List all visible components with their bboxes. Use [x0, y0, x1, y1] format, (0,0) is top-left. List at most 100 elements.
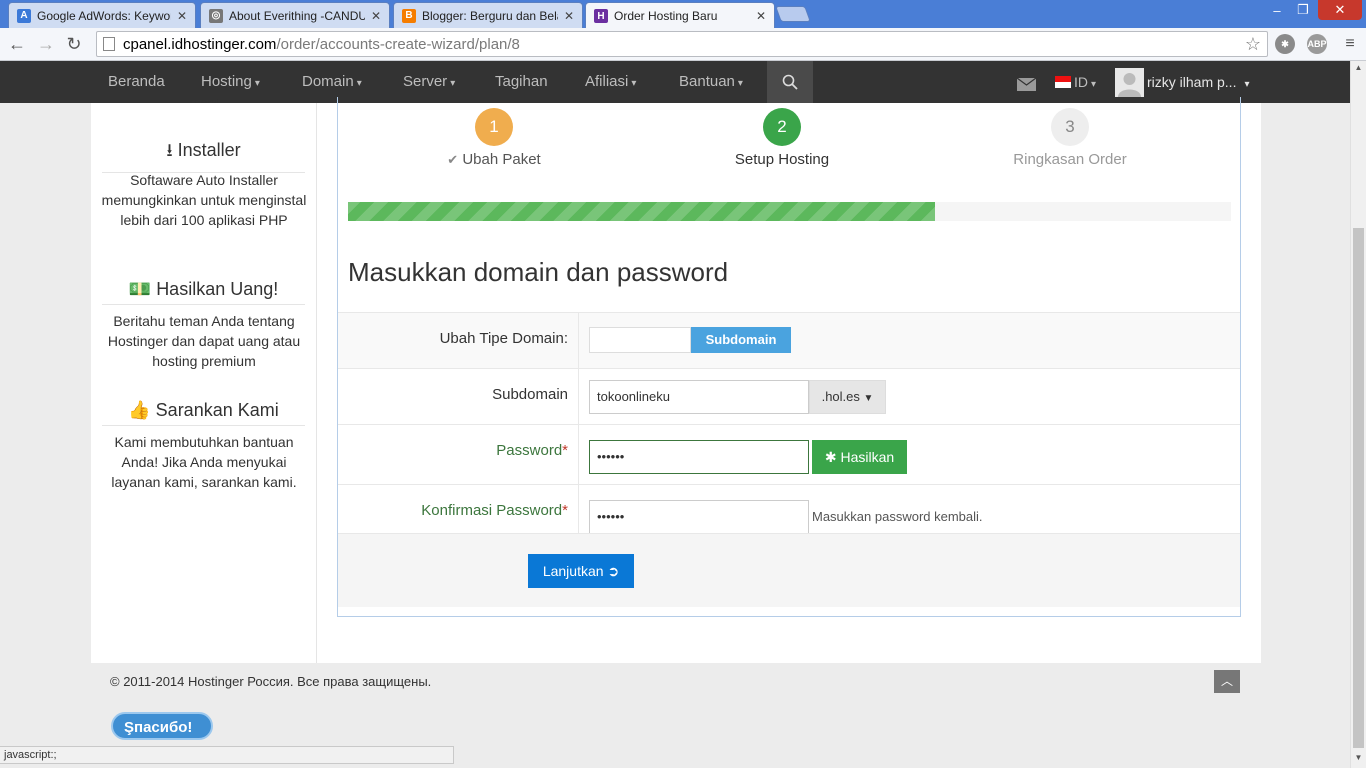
confirm-password-input[interactable]: •••••• — [589, 500, 809, 534]
scrollbar-thumb[interactable] — [1353, 228, 1364, 748]
sidebar-text-installer: Softaware Auto Installer memungkinkan un… — [101, 172, 307, 228]
domain-type-option-empty[interactable] — [589, 327, 691, 353]
url-host: cpanel.idhostinger.com — [123, 35, 277, 53]
tab-title: About Everithing -CANDU — [229, 8, 365, 23]
subdomain-label: Subdomain — [492, 386, 568, 403]
forward-icon[interactable]: → — [35, 33, 57, 55]
copyright-text: © 2011-2014 Hostinger Россия. Все права … — [110, 674, 432, 689]
nav-label: Hosting — [201, 73, 252, 90]
spasibo-label: Şпасибо! — [124, 719, 193, 736]
chevron-down-icon: ▾ — [254, 78, 260, 89]
thumbs-up-icon: 👍 — [128, 400, 151, 420]
domain-type-subdomain-button[interactable]: Subdomain — [691, 327, 791, 353]
wizard-step-3: 3 Ringkasan Order — [970, 108, 1170, 168]
form-title: Masukkan domain dan password — [348, 257, 729, 287]
url-path: /order/accounts-create-wizard/plan/8 — [276, 35, 520, 53]
close-tab-icon[interactable]: ✕ — [371, 9, 381, 23]
chevron-up-icon: ︿ — [1220, 674, 1233, 688]
lanjutkan-button[interactable]: Lanjutkan ➲ — [528, 554, 634, 588]
nav-label: Beranda — [108, 73, 165, 90]
form-row-subdomain: Subdomain tokoonlineku .hol.es ▼ — [338, 368, 1240, 424]
generate-password-button[interactable]: ✱ Hasilkan — [812, 440, 907, 474]
page-content: ment ⭳ Installer Softaware Auto Installe… — [91, 95, 1261, 663]
sidebar-cut-text: ment — [189, 95, 219, 103]
step-number-circle: 3 — [1051, 108, 1089, 146]
envelope-shape — [1016, 77, 1037, 86]
avatar[interactable] — [1115, 68, 1144, 97]
browser-tab-about[interactable]: ◎ About Everithing -CANDU ✕ — [200, 2, 390, 28]
back-icon[interactable]: ← — [6, 33, 28, 55]
scroll-down-arrow-icon[interactable]: ▼ — [1351, 753, 1366, 762]
confirm-label-text: Konfirmasi Password — [421, 502, 563, 519]
close-tab-icon[interactable]: ✕ — [177, 9, 187, 23]
close-window-icon[interactable]: ✕ — [1318, 0, 1362, 20]
required-mark: * — [562, 502, 568, 519]
nav-label: Domain — [302, 73, 354, 90]
form-row-domain-type: Ubah Tipe Domain: Subdomain — [338, 312, 1240, 368]
caret-down-icon: ▼ — [863, 393, 874, 404]
chevron-down-icon: ▾ — [1091, 79, 1097, 90]
browser-tab-order-hosting[interactable]: H Order Hosting Baru ✕ — [585, 2, 775, 29]
password-label: Password* — [338, 442, 568, 459]
subdomain-input[interactable]: tokoonlineku — [589, 380, 809, 414]
close-tab-icon[interactable]: ✕ — [564, 9, 574, 23]
domain-type-label: Ubah Tipe Domain: — [439, 330, 568, 347]
step-number-circle: 2 — [763, 108, 801, 146]
sidebar-heading-text: Hasilkan Uang! — [156, 279, 279, 299]
nav-label: Bantuan — [679, 73, 735, 90]
required-mark: * — [562, 442, 568, 459]
tld-dropdown[interactable]: .hol.es ▼ — [809, 380, 886, 414]
restore-icon[interactable]: ❐ — [1292, 0, 1314, 20]
wizard-step-1[interactable]: 1 ✔ Ubah Paket — [394, 108, 594, 168]
minimize-icon[interactable]: – — [1266, 0, 1288, 20]
bookmark-star-icon[interactable]: ☆ — [1245, 34, 1261, 55]
tab-title: Blogger: Berguru dan Bela — [422, 8, 558, 23]
nav-label: Server — [403, 73, 448, 90]
form-row-password: Password* •••••• ✱ Hasilkan — [338, 424, 1240, 484]
reload-icon[interactable]: ↻ — [63, 33, 85, 55]
search-icon — [782, 74, 798, 90]
browser-tab-blogger[interactable]: B Blogger: Berguru dan Bela ✕ — [393, 2, 583, 28]
chevron-down-icon: ▾ — [737, 78, 743, 89]
tab-title: Order Hosting Baru — [614, 9, 718, 23]
sidebar-heading-text: Installer — [177, 140, 241, 160]
tld-value: .hol.es — [821, 389, 860, 404]
nav-label: Tagihan — [495, 73, 548, 90]
step-label: Setup Hosting — [734, 151, 830, 168]
globe-icon: ◎ — [209, 8, 223, 23]
sidebar-text-sarankan: Kami membutuhkan bantuan Anda! Jika Anda… — [111, 434, 297, 490]
chevron-down-icon: ▾ — [356, 78, 362, 89]
sidebar: ment ⭳ Installer Softaware Auto Installe… — [91, 95, 317, 663]
browser-tab-strip: A Google AdWords: Keywor ✕ ◎ About Everi… — [0, 0, 1366, 29]
password-label-text: Password — [496, 442, 563, 459]
chevron-down-icon: ▾ — [631, 78, 637, 89]
arrow-circle-right-icon: ➲ — [607, 563, 620, 579]
new-tab-button[interactable] — [775, 6, 811, 22]
password-input[interactable]: •••••• — [589, 440, 809, 474]
form-footer: Lanjutkan ➲ — [338, 533, 1240, 607]
scroll-to-top-button[interactable]: ︿ — [1214, 670, 1240, 693]
adblock-plus-icon[interactable]: ABP — [1307, 34, 1327, 54]
chevron-down-icon: ▾ — [450, 78, 456, 89]
page-scrollbar[interactable]: ▲ ▼ — [1350, 61, 1366, 768]
row-divider — [578, 425, 579, 484]
wizard-step-2: 2 Setup Hosting — [682, 108, 882, 168]
step-label: Ubah Paket — [462, 151, 541, 168]
extension-gear-icon[interactable]: ✱ — [1275, 34, 1295, 54]
mail-icon[interactable] — [1016, 77, 1037, 91]
page-icon — [103, 37, 115, 51]
scroll-up-arrow-icon[interactable]: ▲ — [1351, 63, 1366, 72]
nav-label: Afiliasi — [585, 73, 629, 90]
blogger-icon: B — [402, 8, 416, 23]
gear-icon: ✱ — [824, 449, 837, 465]
spasibo-badge[interactable]: Şпасибо! — [111, 712, 213, 740]
browser-status-bar: javascript:; — [0, 746, 454, 764]
chrome-menu-icon[interactable]: ≡ — [1339, 33, 1361, 55]
address-bar[interactable]: cpanel.idhostinger.com/order/accounts-cr… — [96, 31, 1268, 57]
abp-label: ABP — [1307, 39, 1327, 49]
check-icon: ✔ — [447, 152, 459, 167]
flag-shape — [1055, 76, 1071, 88]
sidebar-heading-sarankan: 👍 Sarankan Kami — [102, 400, 305, 426]
browser-tab-adwords[interactable]: A Google AdWords: Keywor ✕ — [8, 2, 196, 28]
close-tab-icon[interactable]: ✕ — [756, 9, 766, 23]
